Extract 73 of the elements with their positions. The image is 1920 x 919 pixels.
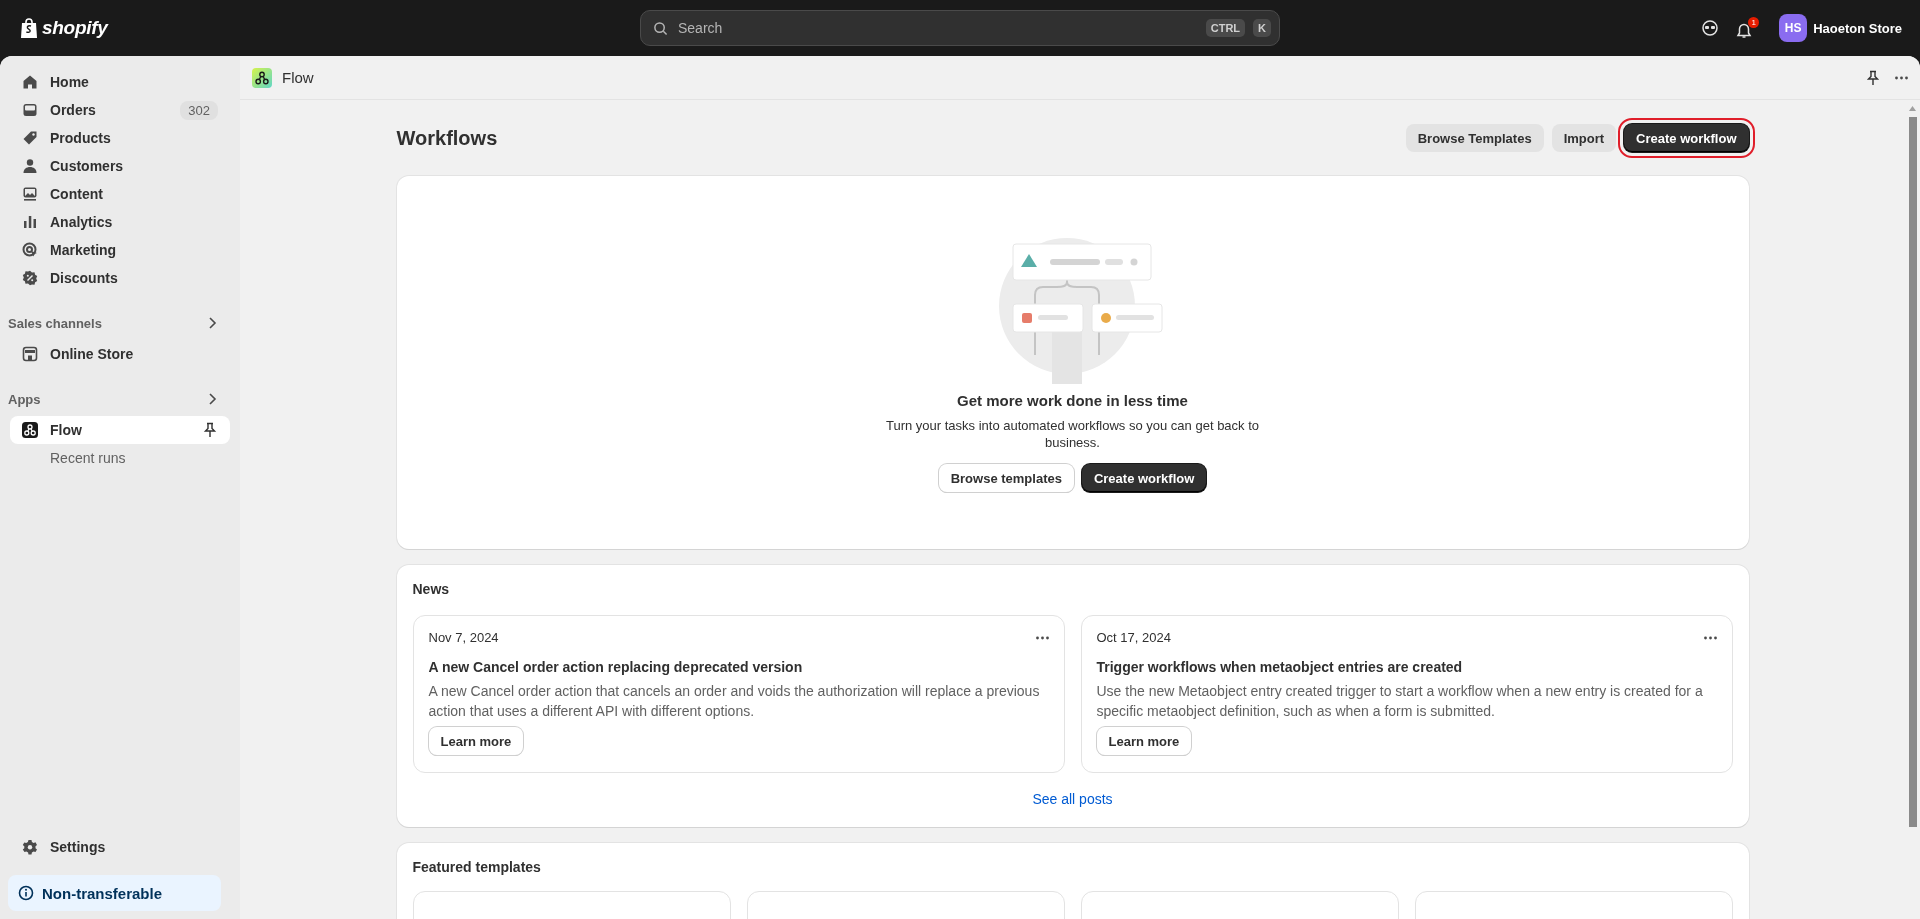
card-title: Featured templates [412, 859, 542, 875]
nav-item[interactable]: Orders 302 [10, 96, 230, 124]
nav-item[interactable]: Analytics [10, 208, 230, 236]
nav-subitem[interactable]: Recent runs [10, 444, 230, 472]
plan-notice[interactable]: Non-transferable [8, 875, 221, 911]
home-icon [22, 74, 38, 90]
notice-text: Non-transferable [42, 884, 163, 902]
app-title: Flow [282, 69, 314, 86]
info-icon [18, 885, 34, 901]
scrollbar-thumb[interactable] [1908, 117, 1917, 827]
post-title: Trigger workflows when metaobject entries are created [1096, 659, 1464, 675]
gear-icon [22, 839, 38, 855]
glasses-face-icon [1702, 20, 1719, 36]
nav-item[interactable]: Marketing [10, 236, 230, 264]
scroll-up-icon [1909, 106, 1916, 111]
bar-chart-icon [22, 214, 38, 230]
action-button[interactable]: Learn more [428, 727, 524, 755]
action-button[interactable]: Create workflow [1081, 464, 1207, 492]
post-date: Nov 7, 2024 [428, 630, 499, 645]
post-date: Oct 17, 2024 [1096, 630, 1171, 645]
flow-app-icon [22, 422, 38, 438]
search-field[interactable]: Search CTRL K [640, 10, 1280, 46]
action-button[interactable]: Browse Templates [1405, 124, 1544, 152]
shopping-bag-icon [20, 17, 38, 39]
post-title: A new Cancel order action replacing deprecated version [428, 659, 804, 675]
bell-icon [1736, 23, 1753, 39]
nav-item[interactable]: Products [10, 124, 230, 152]
nav-item[interactable]: Customers [10, 152, 230, 180]
keyboard-key: CTRL [1205, 19, 1246, 37]
pin-button[interactable] [1865, 69, 1881, 86]
person-icon [22, 158, 38, 174]
nav-item[interactable]: Online Store [10, 340, 230, 368]
see-all-link[interactable]: See all posts [1032, 791, 1113, 807]
nav-item[interactable]: Content [10, 180, 230, 208]
empty-state-text: Turn your tasks into automated workflows so you can get back to business. [884, 417, 1261, 451]
count-badge: 302 [180, 100, 218, 120]
store-avatar[interactable]: HS [1779, 14, 1808, 42]
action-button[interactable]: Learn more [1096, 727, 1192, 755]
nav-item[interactable]: Discounts [10, 264, 230, 292]
notifications-button[interactable]: 1 [1736, 17, 1760, 39]
store-name[interactable]: Haoeton Store [1813, 20, 1902, 36]
post-text: A new Cancel order action that cancels an order and voids the authorization will replace a previous action that uses a different API with different options. [428, 682, 1041, 721]
notification-count: 1 [1748, 17, 1760, 28]
page-title: Workflows [396, 126, 499, 150]
target-cursor-icon [22, 242, 38, 258]
more-options-icon [1035, 635, 1049, 640]
nav-item[interactable]: Flow [10, 416, 230, 444]
more-options-icon [1703, 635, 1717, 640]
search-input[interactable]: Search [676, 19, 1198, 37]
empty-state-heading: Get more work done in less time [957, 392, 1188, 409]
inbox-icon [22, 102, 38, 118]
flow-app-icon [252, 67, 272, 88]
discount-badge-icon [22, 270, 38, 286]
tag-icon [22, 130, 38, 146]
assistant-button[interactable] [1702, 20, 1719, 36]
pin-icon [1865, 69, 1881, 86]
card-title: News [412, 581, 451, 597]
section-heading: Apps [8, 391, 41, 407]
more-button[interactable] [1703, 635, 1717, 640]
nav-item[interactable]: Home [10, 68, 230, 96]
action-button[interactable]: Import [1551, 124, 1617, 152]
storefront-icon [22, 346, 38, 362]
post-text: Use the new Metaobject entry created trigger to start a workflow when a new entry is created for a specific metaobject definition, such as when a form is submitted. [1096, 682, 1704, 721]
more-button[interactable] [1035, 635, 1049, 640]
section-heading: Sales channels [8, 315, 102, 331]
logo-wordmark: shopify [42, 17, 108, 39]
search-icon [653, 20, 668, 36]
keyboard-key: K [1253, 19, 1271, 37]
more-button[interactable] [1895, 75, 1908, 80]
nav-item[interactable]: Settings [10, 833, 230, 861]
action-button[interactable]: Browse templates [938, 464, 1074, 492]
more-options-icon [1895, 75, 1908, 80]
image-icon [22, 186, 38, 202]
